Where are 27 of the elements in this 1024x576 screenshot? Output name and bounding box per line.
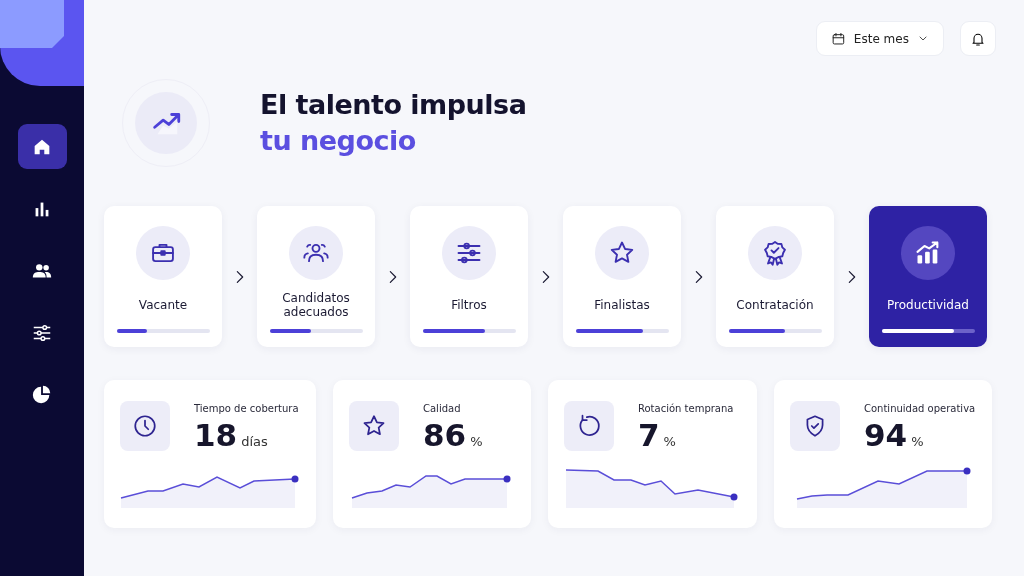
metric-unit: días bbox=[241, 433, 268, 451]
step-card[interactable]: Productividad bbox=[869, 206, 987, 347]
step-card[interactable]: Candidatos adecuados bbox=[257, 206, 375, 347]
metric-value: 18 bbox=[194, 416, 238, 454]
metric-value: 7 bbox=[638, 416, 660, 454]
metric-label: Tiempo de cobertura bbox=[194, 402, 299, 416]
step-card[interactable]: Finalistas bbox=[563, 206, 681, 347]
step-label: Productividad bbox=[887, 297, 969, 312]
metric-value: 86 bbox=[423, 416, 467, 454]
step-label: Filtros bbox=[451, 297, 487, 312]
metric-value: 94 bbox=[864, 416, 908, 454]
hero-title: El talento impulsa bbox=[260, 88, 527, 122]
step-card[interactable]: Vacante bbox=[104, 206, 222, 347]
metric-unit: % bbox=[911, 433, 924, 451]
step-label: Vacante bbox=[138, 297, 188, 312]
metric-label: Continuidad operativa bbox=[864, 402, 976, 416]
step-label: Finalistas bbox=[594, 297, 650, 312]
step-label: Contratación bbox=[736, 297, 814, 312]
hero-subtitle: tu negocio bbox=[260, 124, 417, 158]
metric-label: Rotación temprana bbox=[638, 402, 734, 416]
metric-unit: % bbox=[470, 433, 483, 451]
step-label: Candidatos adecuados bbox=[281, 290, 351, 319]
metric-label: Calidad bbox=[423, 402, 462, 416]
step-card[interactable]: Contratación bbox=[716, 206, 834, 347]
step-card[interactable]: Filtros bbox=[410, 206, 528, 347]
metric-unit: % bbox=[663, 433, 676, 451]
period-dropdown[interactable]: Este mes bbox=[816, 21, 944, 56]
